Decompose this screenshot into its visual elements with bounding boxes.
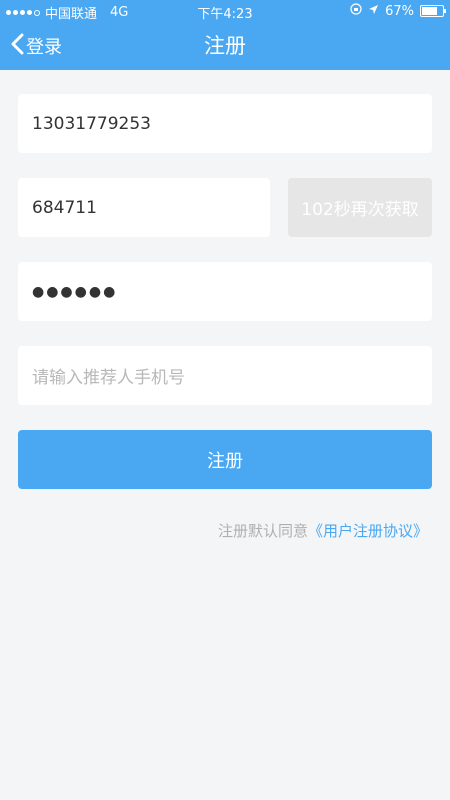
- location-arrow-icon: [368, 4, 379, 19]
- phone-value: 13031779253: [32, 113, 151, 134]
- battery-icon: [420, 5, 446, 17]
- agreement-text: 注册默认同意《用户注册协议》: [218, 520, 428, 541]
- clock: 下午4:23: [197, 7, 253, 22]
- battery-percent: 67%: [385, 3, 414, 19]
- status-bar: 中国联通 4G 下午4:23 67%: [0, 0, 450, 22]
- app-header: 中国联通 4G 下午4:23 67% 登录 注册: [0, 0, 450, 70]
- register-button[interactable]: 注册: [18, 430, 432, 489]
- password-masked-value: ●●●●●●: [32, 283, 118, 300]
- password-input[interactable]: ●●●●●●: [18, 262, 432, 321]
- resend-code-label: 102秒再次获取: [301, 200, 419, 220]
- orientation-lock-icon: [350, 3, 362, 19]
- resend-code-button[interactable]: 102秒再次获取: [288, 178, 432, 237]
- verification-code-input[interactable]: 684711: [18, 178, 270, 237]
- verification-code-value: 684711: [32, 197, 97, 218]
- page-title: 注册: [204, 34, 246, 58]
- referrer-phone-placeholder: 请输入推荐人手机号: [32, 368, 185, 388]
- agreement-prefix: 注册默认同意: [217, 522, 308, 540]
- phone-input[interactable]: 13031779253: [18, 94, 432, 153]
- user-agreement-link[interactable]: 《用户注册协议》: [308, 522, 428, 540]
- referrer-phone-input[interactable]: 请输入推荐人手机号: [18, 346, 432, 405]
- register-button-label: 注册: [207, 450, 243, 472]
